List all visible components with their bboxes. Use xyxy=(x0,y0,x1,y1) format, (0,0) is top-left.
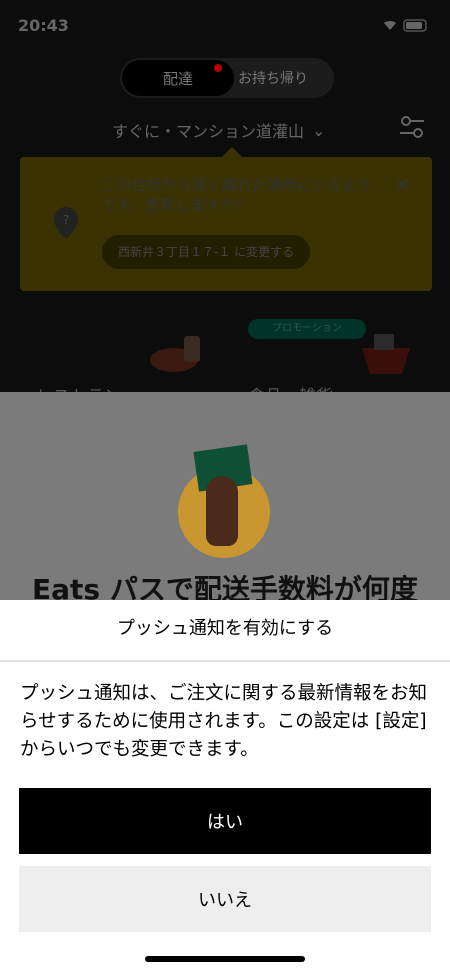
food-bowl-icon xyxy=(150,336,200,372)
location-pin-icon: ? xyxy=(54,207,78,239)
notification-dot xyxy=(214,64,222,72)
home-indicator xyxy=(145,956,305,962)
sheet-title: プッシュ通知を有効にする xyxy=(116,618,334,639)
banner-message: この住所から遠く離れた場所にいるようです。更新しますか？ xyxy=(102,176,373,214)
basket-icon xyxy=(362,334,410,374)
svg-text:?: ? xyxy=(63,213,69,227)
banner-pointer xyxy=(222,147,242,157)
close-icon[interactable]: ✕ xyxy=(394,173,411,197)
address-selector[interactable]: すぐに・マンション道灌山 ⌄ xyxy=(112,118,325,142)
deny-button[interactable]: いいえ xyxy=(19,866,431,932)
location-banner: ? この住所から遠く離れた場所にいるようです。更新しますか？ ✕ 西新井３丁目１… xyxy=(20,157,432,291)
wifi-icon xyxy=(384,21,396,30)
hand-icon xyxy=(206,476,238,546)
pickup-tab[interactable]: お持ち帰り xyxy=(238,68,308,88)
promo-badge: プロモーション xyxy=(248,319,366,339)
status-icons xyxy=(384,19,427,32)
divider xyxy=(0,660,450,662)
push-permission-sheet: プッシュ通知を有効にする プッシュ通知は、ご注文に関する最新情報をお知らせするた… xyxy=(0,600,450,972)
address-label: すぐに・マンション道灌山 xyxy=(112,122,305,141)
chevron-down-icon: ⌄ xyxy=(312,120,326,140)
allow-button[interactable]: はい xyxy=(19,788,431,854)
sheet-body: プッシュ通知は、ご注文に関する最新情報をお知らせするために使用されます。この設定… xyxy=(20,683,428,760)
filter-icon[interactable] xyxy=(398,113,426,141)
change-address-button[interactable]: 西新井３丁目１７-１ に変更する xyxy=(102,235,311,269)
status-time: 20:43 xyxy=(18,16,69,35)
delivery-mode-toggle: 配達 お持ち帰り xyxy=(120,58,334,98)
